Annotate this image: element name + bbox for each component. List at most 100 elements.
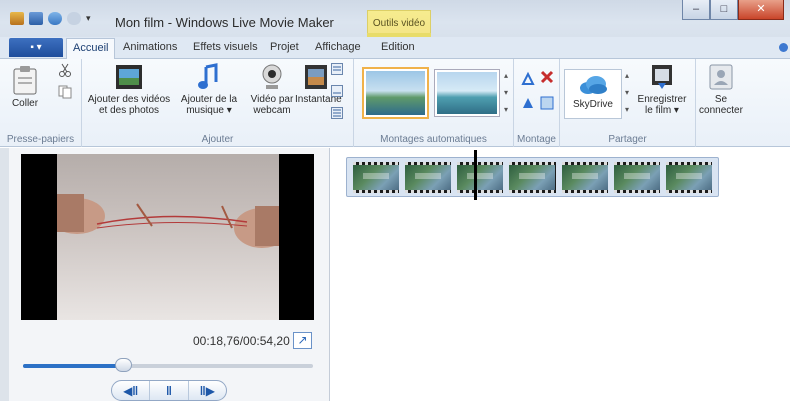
clip-thumbnail xyxy=(405,165,452,190)
previous-frame-button[interactable]: ◀‖ xyxy=(112,381,151,400)
skydrive-button[interactable]: SkyDrive xyxy=(564,69,622,119)
add-music-label-line1: Ajouter de la xyxy=(180,94,238,105)
tab-effets-visuels[interactable]: Effets visuels xyxy=(193,41,258,53)
rotate-left-icon[interactable] xyxy=(520,71,536,87)
music-note-icon xyxy=(198,63,218,89)
select-all-icon[interactable] xyxy=(539,95,555,111)
auto-montage-theme-2[interactable] xyxy=(434,69,500,117)
cut-icon[interactable] xyxy=(58,63,72,77)
playback-controls: ◀‖ ‖ ‖▶ xyxy=(111,380,227,401)
storyboard-playhead[interactable] xyxy=(474,150,477,200)
video-preview[interactable] xyxy=(21,154,314,320)
remove-icon[interactable] xyxy=(539,69,555,85)
group-add: Ajouter des vidéos et des photos Ajouter… xyxy=(82,59,354,147)
storyboard-clip-strip[interactable] xyxy=(346,157,719,197)
seek-bar-thumb[interactable] xyxy=(115,358,133,372)
theme-1-preview xyxy=(366,71,425,115)
film-holes xyxy=(561,190,608,193)
save-movie-button[interactable]: Enregistrer le film ▾ xyxy=(632,63,692,116)
film-holes xyxy=(457,190,504,193)
undo-icon[interactable] xyxy=(48,12,62,25)
group-label-montage: Montage xyxy=(517,134,556,145)
sign-in-button[interactable]: Se connecter xyxy=(698,63,744,116)
group-label-clipboard: Presse-papiers xyxy=(6,134,75,145)
add-videos-photos-button[interactable]: Ajouter des vidéos et des photos xyxy=(86,63,172,116)
tab-projet[interactable]: Projet xyxy=(270,41,299,53)
close-button[interactable]: ✕ xyxy=(738,0,784,20)
save-movie-label-line2: le film ▾ xyxy=(645,105,679,116)
tab-edition[interactable]: Edition xyxy=(381,41,415,53)
add-music-button[interactable]: Ajouter de la musique ▾ xyxy=(173,63,245,116)
clip-thumbnail xyxy=(353,165,400,190)
film-holes xyxy=(405,190,452,193)
sign-in-label-line2: connecter xyxy=(699,105,743,116)
webcam-icon xyxy=(262,64,282,89)
maximize-button[interactable]: □ xyxy=(710,0,738,20)
film-holes xyxy=(509,190,556,193)
storyboard-clip[interactable] xyxy=(457,162,504,193)
next-frame-button[interactable]: ‖▶ xyxy=(189,381,226,400)
film-holes xyxy=(665,190,712,193)
clip-thumbnail xyxy=(561,165,608,190)
auto-montage-theme-1[interactable] xyxy=(362,67,429,119)
webcam-label-line2: webcam xyxy=(253,105,291,116)
minimize-button[interactable]: – xyxy=(682,0,710,20)
clip-thumbnail xyxy=(509,165,556,190)
credits-icon[interactable] xyxy=(331,107,343,119)
film-holes xyxy=(613,190,660,193)
sign-in-label-line1: Se xyxy=(714,94,728,105)
title-text-icon[interactable] xyxy=(331,63,343,75)
storyboard-clip[interactable] xyxy=(509,162,556,193)
fullscreen-button[interactable]: ↗ xyxy=(293,332,312,349)
quick-access-toolbar: ▾ xyxy=(10,12,91,25)
ribbon: Coller Presse-papiers Ajouter des vidéos… xyxy=(0,59,790,147)
paste-label: Coller xyxy=(11,98,39,109)
clip-thumbnail xyxy=(457,165,504,190)
clip-thumbnail xyxy=(665,165,712,190)
storyboard-clip[interactable] xyxy=(561,162,608,193)
user-icon xyxy=(709,64,733,90)
pause-button[interactable]: ‖ xyxy=(150,381,189,400)
save-icon[interactable] xyxy=(29,12,43,25)
theme-2-preview xyxy=(437,72,497,114)
video-frame xyxy=(57,154,279,320)
group-auto-montage: ▴ ▾ ▾ Montages automatiques xyxy=(354,59,514,147)
redo-icon[interactable] xyxy=(67,12,81,25)
add-music-label-line2: musique ▾ xyxy=(186,105,232,116)
expand-icon: ↗ xyxy=(297,333,308,347)
add-videos-label-line2: et des photos xyxy=(98,105,160,116)
tab-affichage[interactable]: Affichage xyxy=(315,41,361,53)
app-icon[interactable] xyxy=(10,12,24,25)
copy-icon[interactable] xyxy=(58,85,72,99)
playback-time: 00:18,76/00:54,20 xyxy=(193,334,290,348)
rotate-right-icon[interactable] xyxy=(520,95,536,111)
gallery-scroll[interactable]: ▴ ▾ ▾ xyxy=(502,67,510,119)
group-label-share: Partager xyxy=(608,134,647,145)
save-movie-label-line1: Enregistrer xyxy=(637,94,687,105)
add-videos-label-line1: Ajouter des vidéos xyxy=(87,94,171,105)
caption-icon[interactable] xyxy=(331,85,343,97)
pane-edge xyxy=(0,148,9,401)
help-icon[interactable] xyxy=(779,43,788,52)
storyboard-clip[interactable] xyxy=(353,162,400,193)
storyboard-clip[interactable] xyxy=(613,162,660,193)
storyboard-clip[interactable] xyxy=(405,162,452,193)
clipboard-icon xyxy=(13,66,37,95)
group-label-auto-montage: Montages automatiques xyxy=(380,134,487,145)
seek-bar[interactable] xyxy=(23,358,313,372)
movie-maker-window: ▾ Mon film - Windows Live Movie Maker Ou… xyxy=(0,0,790,401)
group-share: SkyDrive ▴ ▾ ▾ Enregistrer le film ▾ Parta… xyxy=(560,59,696,147)
save-movie-icon xyxy=(652,65,672,89)
tab-animations[interactable]: Animations xyxy=(123,41,177,53)
webcam-video-button[interactable]: Vidéo par webcam xyxy=(247,63,297,116)
paste-button[interactable]: Coller xyxy=(8,65,42,109)
share-gallery-scroll[interactable]: ▴ ▾ ▾ xyxy=(623,67,631,119)
tab-accueil[interactable]: Accueil xyxy=(66,38,116,60)
film-holes xyxy=(353,190,400,193)
app-menu-button[interactable]: ▪ ▾ xyxy=(9,38,63,57)
video-frame-image xyxy=(57,194,279,248)
snapshot-icon xyxy=(305,65,327,89)
qat-dropdown-icon[interactable]: ▾ xyxy=(86,13,91,24)
storyboard-clip[interactable] xyxy=(665,162,712,193)
skydrive-cloud-icon xyxy=(580,76,607,94)
